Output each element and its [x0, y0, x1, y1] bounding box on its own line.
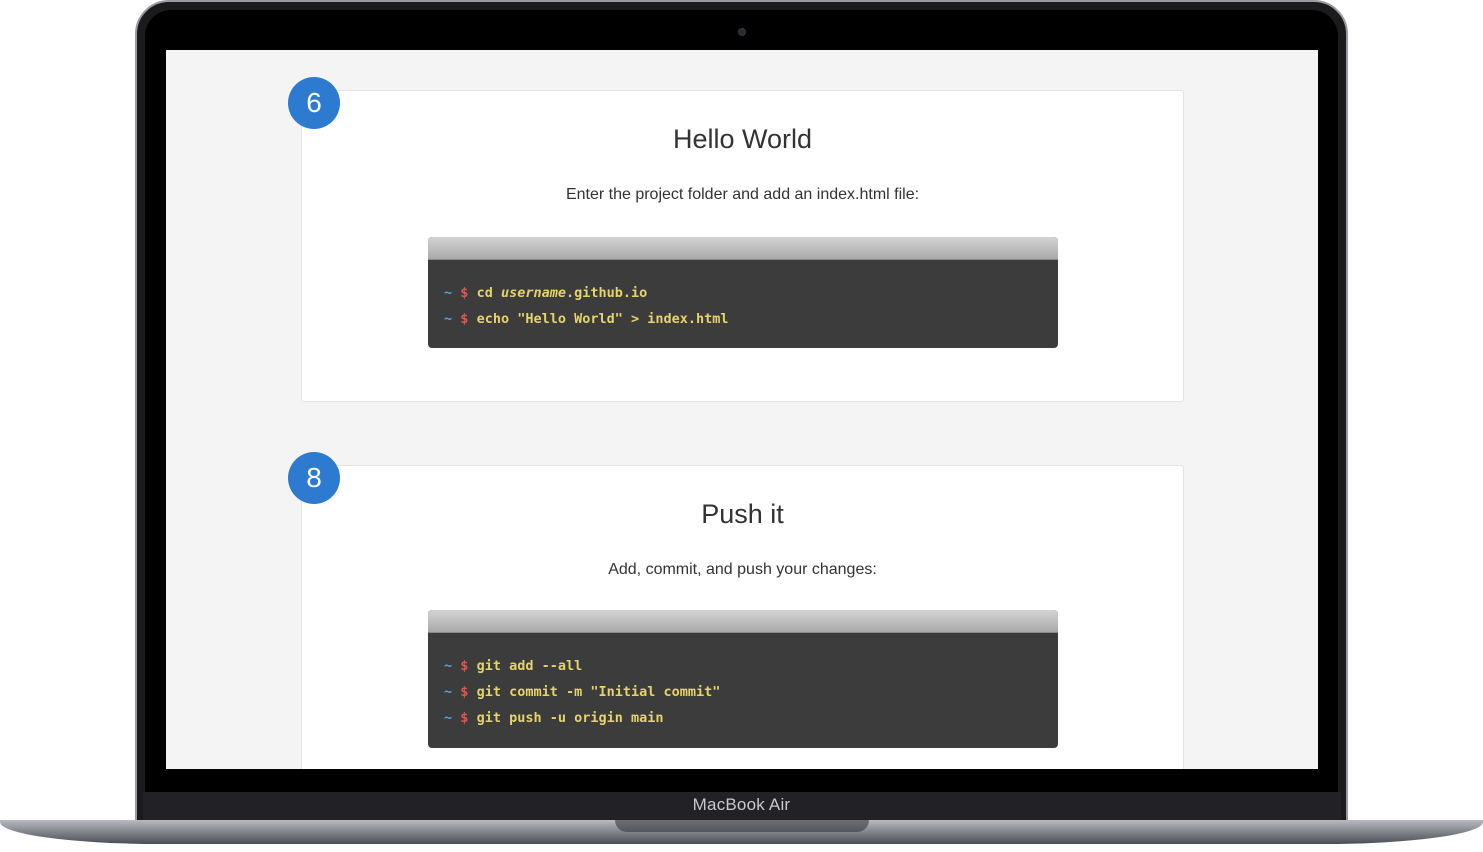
terminal-command-line: ~ $ git add --all — [444, 653, 1042, 679]
command-text: cd — [476, 285, 501, 301]
terminal-command-line: ~ $ git commit -m "Initial commit" — [444, 679, 1042, 705]
command-text: git commit -m "Initial commit" — [476, 684, 721, 700]
terminal-command-line: ~ $ echo "Hello World" > index.html — [444, 306, 1042, 332]
terminal-command-line: ~ $ git push -u origin main — [444, 705, 1042, 731]
command-text: echo "Hello World" > index.html — [476, 311, 729, 327]
prompt-tilde: ~ — [444, 311, 453, 327]
command-text: git push -u origin main — [476, 710, 664, 726]
terminal-title-bar — [428, 610, 1058, 633]
step-title: Push it — [701, 499, 784, 529]
step-card-hello-world: 6 Hello World Enter the project folder a… — [288, 77, 1184, 402]
prompt-tilde: ~ — [444, 710, 453, 726]
step-description: Add, commit, and push your changes: — [608, 561, 877, 578]
step-card-push-it: 8 Push it Add, commit, and push your cha… — [288, 452, 1184, 769]
step-title: Hello World — [672, 124, 813, 154]
prompt-dollar: $ — [460, 285, 469, 301]
camera-icon — [738, 28, 746, 36]
terminal-window: ~ $ git add --all ~ $ git commit -m "Ini… — [428, 610, 1058, 748]
prompt-dollar: $ — [460, 658, 469, 674]
step-number-badge: 8 — [288, 452, 340, 504]
step-number-badge: 6 — [288, 77, 340, 129]
prompt-dollar: $ — [460, 710, 469, 726]
prompt-dollar: $ — [460, 311, 469, 327]
prompt-dollar: $ — [460, 684, 469, 700]
command-text-suffix: .github.io — [565, 285, 648, 301]
terminal-body: ~ $ git add --all ~ $ git commit -m "Ini… — [428, 633, 1058, 731]
prompt-tilde: ~ — [444, 684, 453, 700]
terminal-body: ~ $ cd username.github.io ~ $ echo "Hell… — [428, 260, 1058, 332]
step-description: Enter the project folder and add an inde… — [565, 186, 920, 203]
command-placeholder: username — [500, 285, 566, 301]
prompt-tilde: ~ — [444, 658, 453, 674]
command-text: git add --all — [476, 658, 583, 674]
laptop-hinge-notch — [615, 820, 869, 832]
prompt-tilde: ~ — [444, 285, 453, 301]
terminal-window: ~ $ cd username.github.io ~ $ echo "Hell… — [428, 237, 1058, 348]
terminal-command-line: ~ $ cd username.github.io — [444, 280, 1042, 306]
browser-viewport[interactable]: 6 Hello World Enter the project folder a… — [166, 50, 1318, 769]
device-brand-label: MacBook Air — [692, 795, 791, 814]
terminal-title-bar — [428, 237, 1058, 260]
